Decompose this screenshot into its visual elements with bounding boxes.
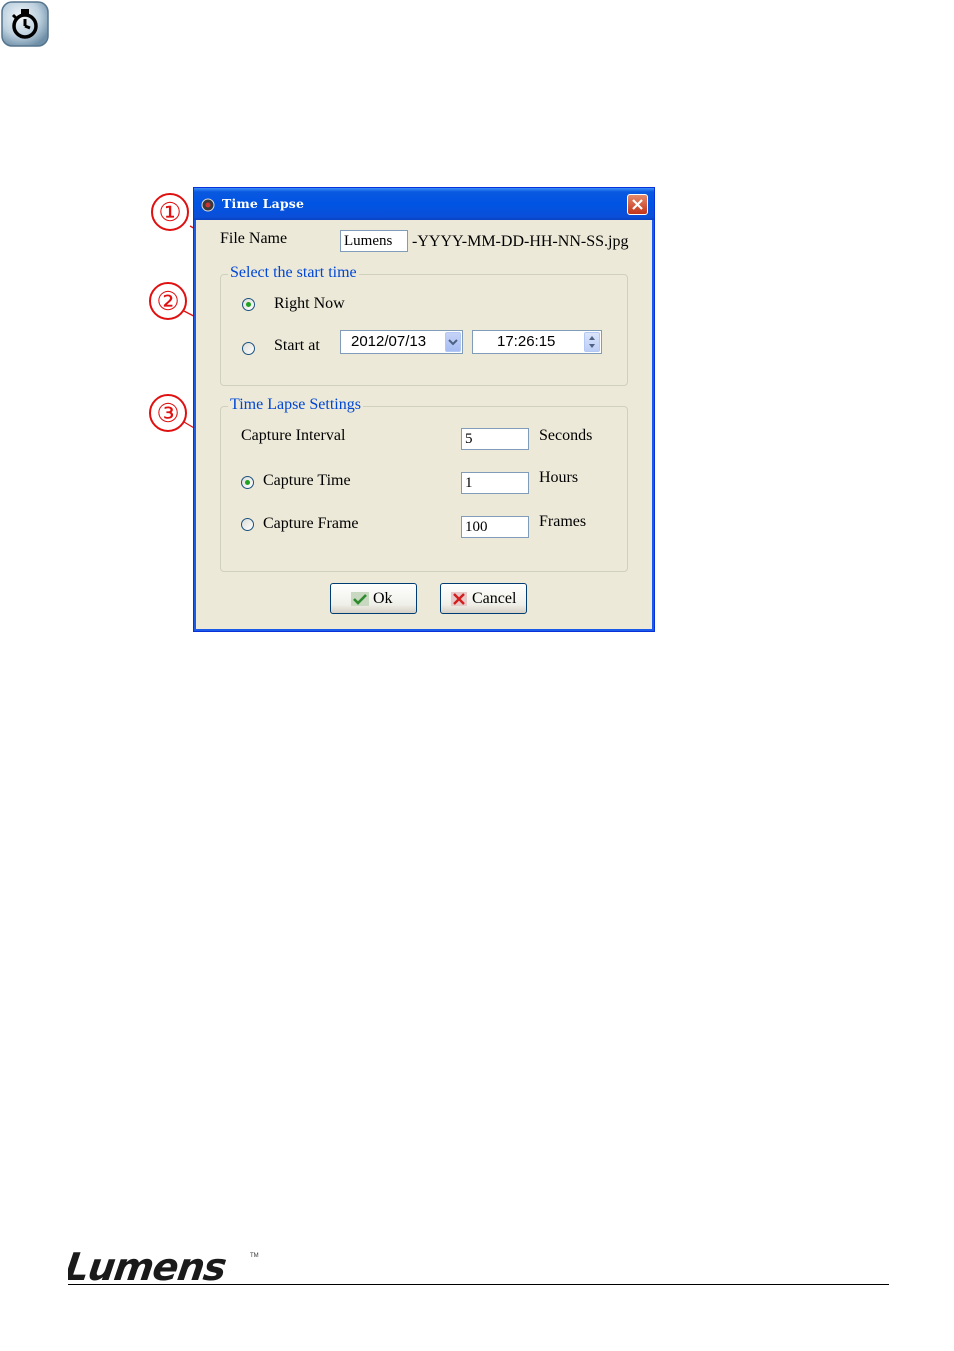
time-spin-button[interactable]: [584, 332, 600, 352]
time-lapse-settings-legend: Time Lapse Settings: [228, 396, 363, 414]
date-dropdown-button[interactable]: [445, 332, 461, 352]
right-now-label[interactable]: Right Now: [274, 295, 345, 313]
callout-2: ②: [149, 282, 187, 320]
start-time-value: 17:26:15: [497, 333, 556, 350]
start-at-radio[interactable]: [242, 342, 255, 355]
capture-frame-radio[interactable]: [241, 518, 254, 531]
capture-time-label[interactable]: Capture Time: [263, 472, 351, 490]
timer-icon: [1, 1, 49, 47]
file-name-label: File Name: [220, 230, 288, 247]
dialog-title: Time Lapse: [222, 196, 305, 211]
ok-button[interactable]: Ok: [330, 583, 417, 614]
radio-selected-dot: [245, 480, 250, 485]
cancel-button[interactable]: Cancel: [440, 583, 527, 614]
capture-time-unit: Hours: [539, 469, 579, 486]
start-time-legend: Select the start time: [228, 264, 359, 282]
capture-interval-input[interactable]: 5: [461, 428, 529, 450]
callout-1: ①: [151, 193, 189, 231]
title-bar[interactable]: Time Lapse: [194, 188, 654, 220]
logo-tm: TM: [250, 1253, 259, 1259]
capture-frame-input[interactable]: 100: [461, 516, 529, 538]
close-button[interactable]: [627, 194, 648, 215]
time-lapse-dialog: Time Lapse File Name Lumens -YYYY-MM-DD-…: [193, 187, 655, 632]
capture-interval-unit: Seconds: [539, 427, 593, 444]
ok-label: Ok: [373, 590, 393, 607]
capture-time-radio[interactable]: [241, 476, 254, 489]
check-icon: [351, 592, 369, 606]
logo-text: Lumens: [68, 1247, 229, 1285]
start-at-label[interactable]: Start at: [274, 337, 320, 355]
x-icon: [451, 592, 467, 606]
callout-3: ③: [149, 394, 187, 432]
capture-frame-unit: Frames: [539, 513, 587, 530]
file-name-input[interactable]: Lumens: [340, 230, 408, 252]
capture-interval-label: Capture Interval: [241, 427, 346, 444]
capture-frame-label[interactable]: Capture Frame: [263, 515, 359, 533]
file-name-suffix: -YYYY-MM-DD-HH-NN-SS.jpg: [412, 233, 629, 250]
right-now-radio[interactable]: [242, 298, 255, 311]
footer-rule: [68, 1284, 889, 1285]
spin-arrows-icon: [589, 336, 595, 348]
close-icon: [632, 199, 643, 210]
lumens-logo: Lumens TM: [68, 1247, 259, 1285]
start-date-picker[interactable]: 2012/07/13: [340, 330, 463, 354]
radio-selected-dot: [246, 302, 251, 307]
capture-time-input[interactable]: 1: [461, 472, 529, 494]
start-time-spinner[interactable]: 17:26:15: [472, 330, 602, 354]
dropdown-arrow-icon: [448, 339, 458, 346]
start-date-value: 2012/07/13: [351, 333, 427, 350]
cancel-label: Cancel: [472, 590, 517, 607]
app-icon: [201, 198, 215, 212]
